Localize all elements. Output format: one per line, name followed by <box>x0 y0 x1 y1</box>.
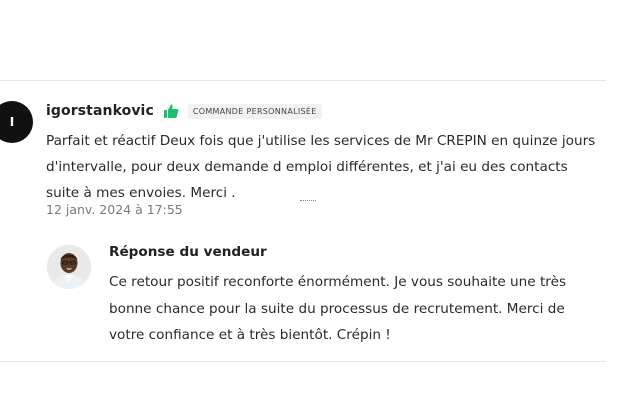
custom-order-badge: COMMANDE PERSONNALISÉE <box>187 103 322 119</box>
seller-avatar[interactable] <box>47 245 91 289</box>
top-divider <box>0 80 606 81</box>
bottom-divider <box>0 361 606 362</box>
thumbs-up-icon <box>163 103 179 119</box>
decorative-mark <box>300 200 316 204</box>
seller-response-text: Ce retour positif reconforte énormément.… <box>109 274 567 343</box>
review-header: igorstankovic COMMANDE PERSONNALISÉE <box>46 103 322 119</box>
reviewer-avatar[interactable]: I <box>0 101 33 143</box>
seller-response-title: Réponse du vendeur <box>109 244 267 260</box>
reviewer-avatar-initial: I <box>9 115 15 129</box>
review-text: Parfait et réactif Deux fois que j'utili… <box>46 133 596 201</box>
review-date: 12 janv. 2024 à 17:55 <box>46 202 183 217</box>
reviewer-username[interactable]: igorstankovic <box>46 103 154 119</box>
